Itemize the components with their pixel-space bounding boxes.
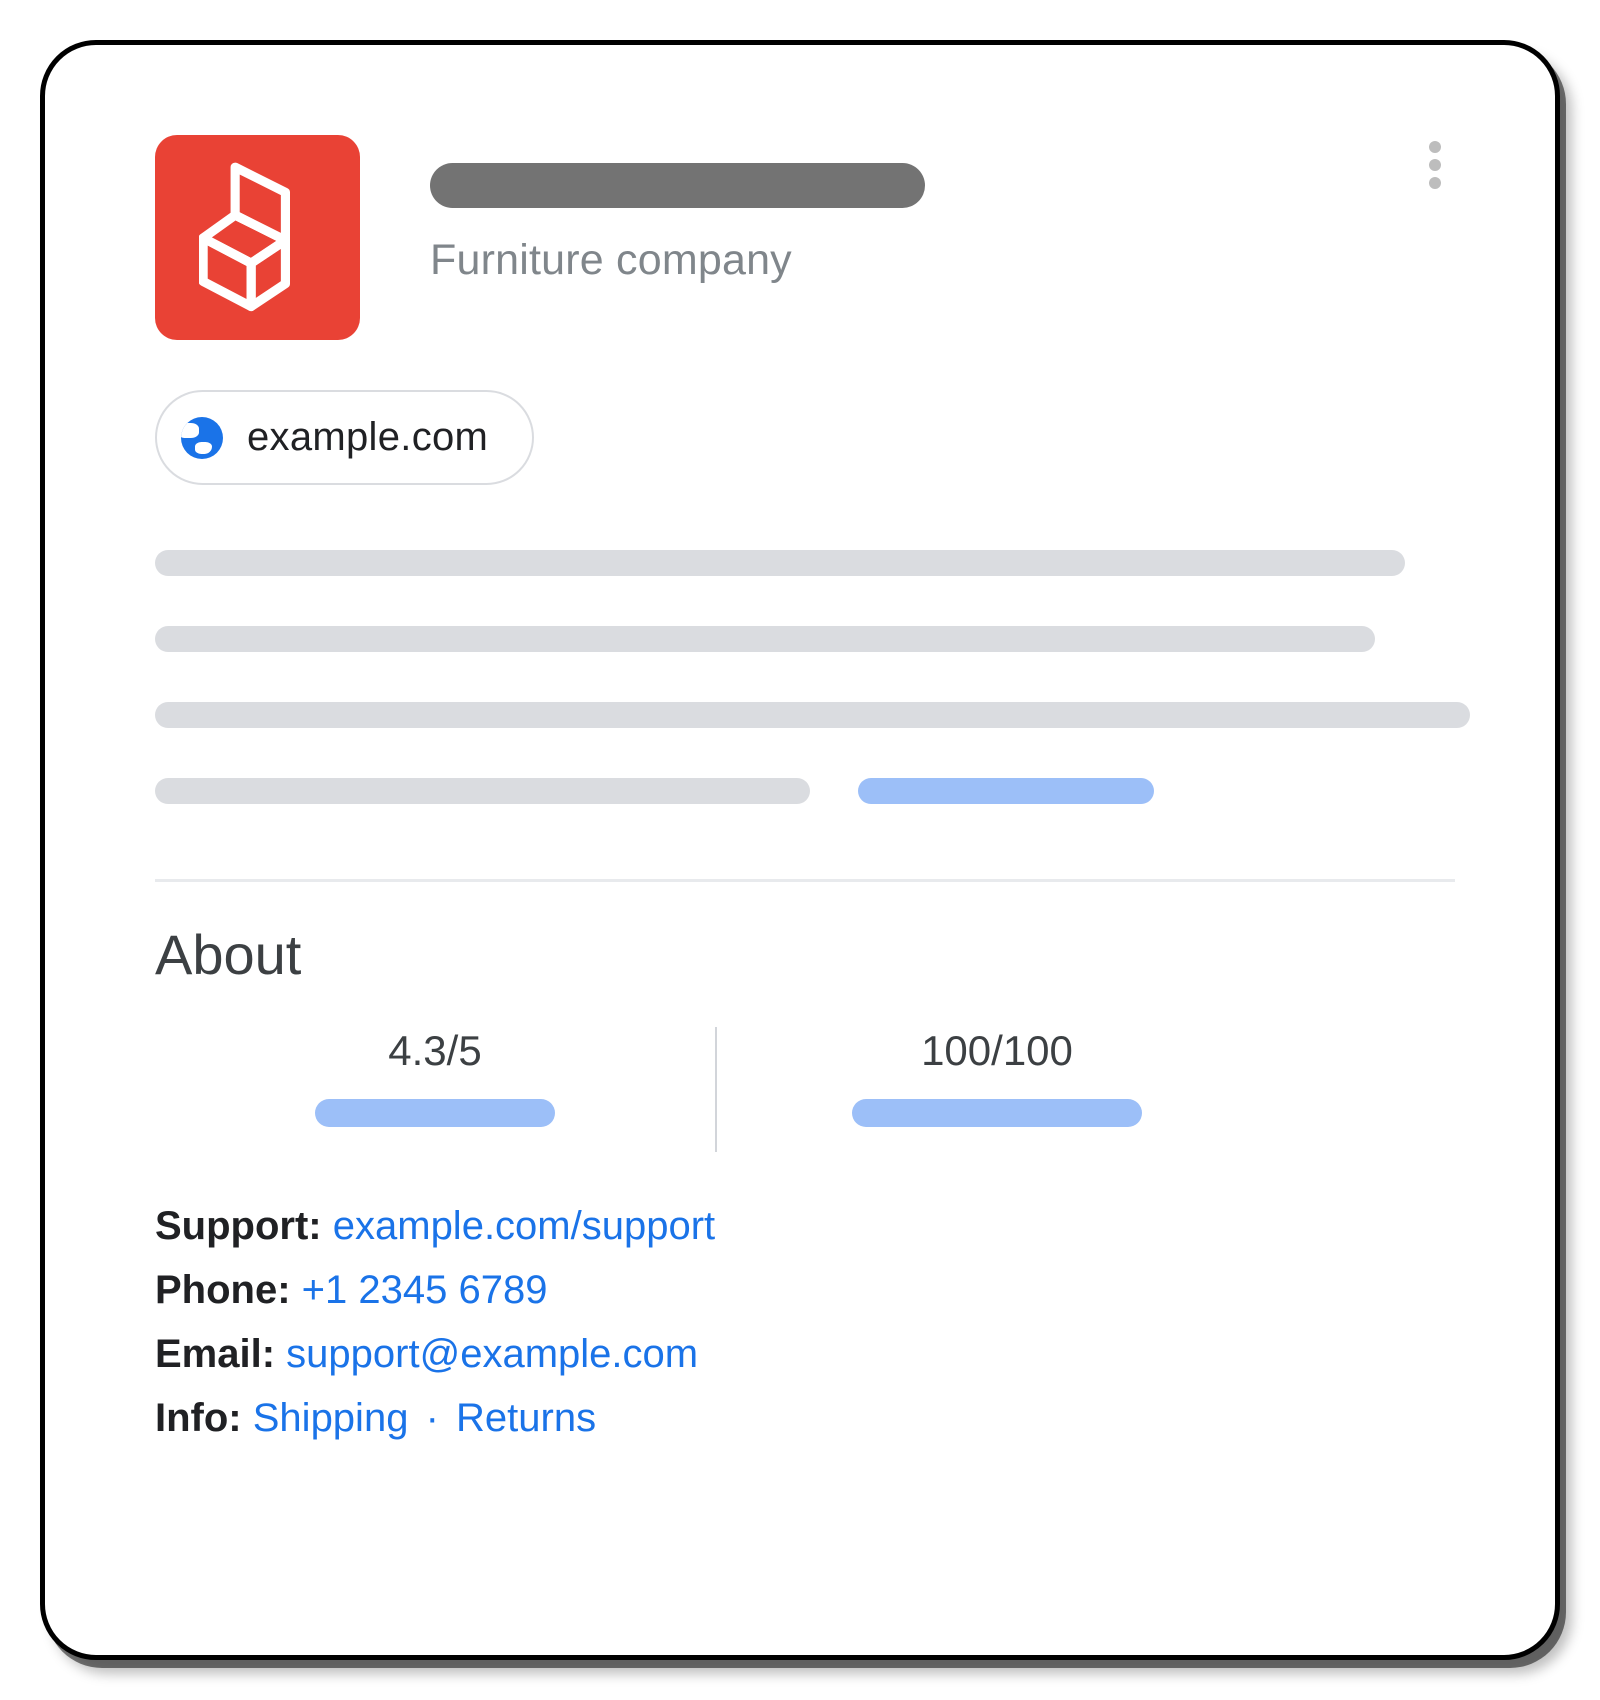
email-row: Email: support@example.com <box>155 1334 1455 1374</box>
globe-icon <box>181 417 223 459</box>
rating-value: 4.3/5 <box>388 1027 481 1075</box>
phone-label: Phone: <box>155 1268 291 1312</box>
email-link[interactable]: support@example.com <box>286 1332 698 1376</box>
info-label: Info: <box>155 1396 242 1440</box>
company-name-redacted <box>430 163 925 208</box>
support-label: Support: <box>155 1204 322 1248</box>
shipping-link[interactable]: Shipping <box>253 1396 409 1440</box>
kebab-dot <box>1429 141 1441 153</box>
support-row: Support: example.com/support <box>155 1206 1455 1246</box>
rating-metric: 4.3/5 <box>155 1027 715 1162</box>
placeholder-line <box>155 550 1405 576</box>
knowledge-panel-card: Furniture company example.com About 4.3/… <box>40 40 1560 1660</box>
placeholder-link[interactable] <box>858 778 1154 804</box>
website-chip[interactable]: example.com <box>155 390 534 485</box>
company-logo <box>155 135 360 340</box>
chair-logo-icon <box>199 158 317 318</box>
kebab-dot <box>1429 159 1441 171</box>
placeholder-line <box>155 702 1470 728</box>
company-category: Furniture company <box>430 236 925 285</box>
support-link[interactable]: example.com/support <box>333 1204 715 1248</box>
placeholder-line <box>155 778 810 804</box>
score-metric: 100/100 <box>717 1027 1277 1162</box>
placeholder-line <box>155 626 1375 652</box>
website-chip-label: example.com <box>247 415 488 460</box>
kebab-dot <box>1429 177 1441 189</box>
email-label: Email: <box>155 1332 275 1376</box>
score-value: 100/100 <box>921 1027 1073 1075</box>
title-block: Furniture company <box>430 135 925 285</box>
metrics-row: 4.3/5 100/100 <box>155 1027 1455 1162</box>
contact-section: Support: example.com/support Phone: +1 2… <box>155 1206 1455 1438</box>
rating-label-placeholder <box>315 1099 555 1127</box>
section-divider <box>155 879 1455 882</box>
description-placeholder <box>155 550 1455 804</box>
returns-link[interactable]: Returns <box>456 1396 596 1440</box>
info-separator: · <box>420 1396 445 1440</box>
score-label-placeholder <box>852 1099 1142 1127</box>
more-options-button[interactable] <box>1415 135 1455 195</box>
phone-link[interactable]: +1 2345 6789 <box>302 1268 548 1312</box>
panel-header: Furniture company <box>155 135 1455 340</box>
about-heading: About <box>155 922 1455 987</box>
phone-row: Phone: +1 2345 6789 <box>155 1270 1455 1310</box>
info-row: Info: Shipping · Returns <box>155 1398 1455 1438</box>
